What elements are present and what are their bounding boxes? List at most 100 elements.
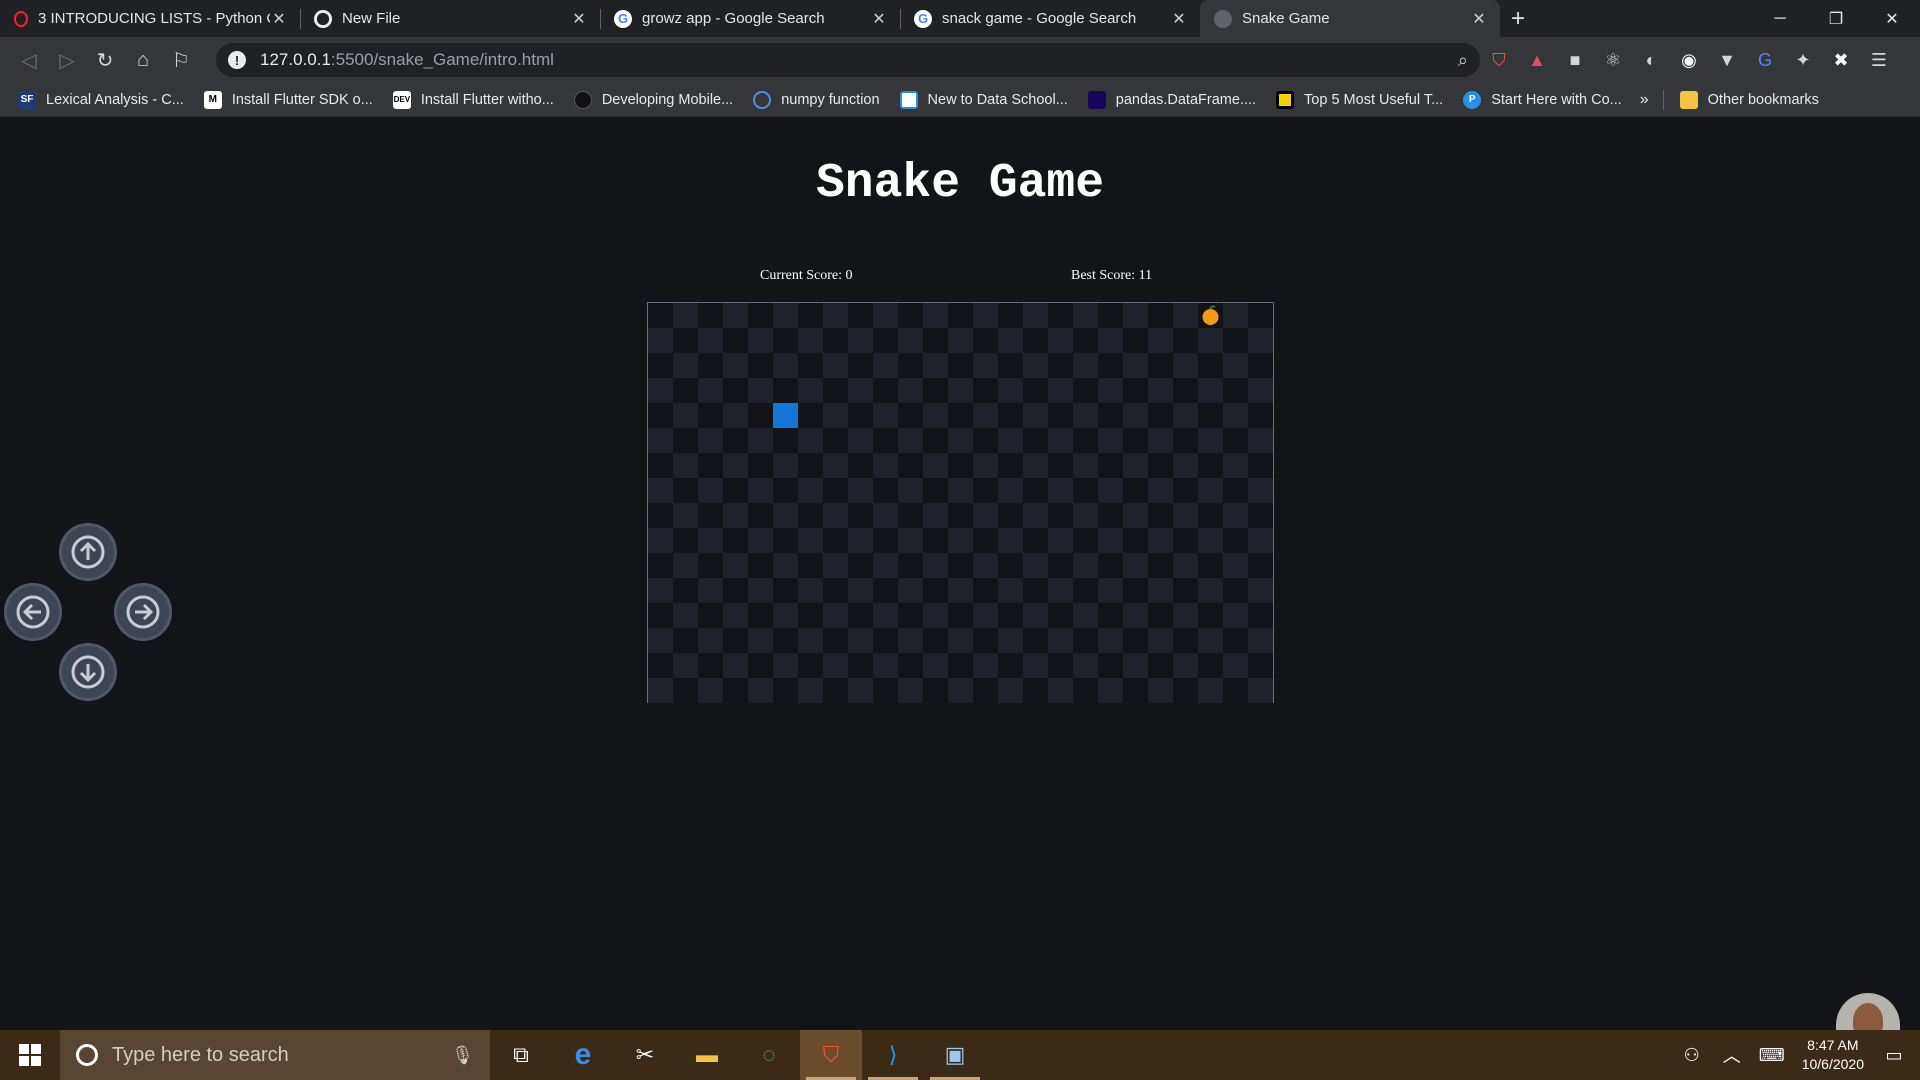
bookmark-lexical-analysis[interactable]: SF Lexical Analysis - C... xyxy=(18,90,184,109)
close-icon[interactable]: ✕ xyxy=(1470,9,1488,29)
bookmark-data-school[interactable]: New to Data School... xyxy=(899,90,1068,109)
microphone-icon[interactable]: 🎙 xyxy=(451,1045,474,1066)
keyboard-icon[interactable]: ⌨ xyxy=(1752,1045,1792,1066)
app-window-icon[interactable]: ▣ xyxy=(924,1030,986,1080)
green-refresh-app-icon[interactable]: ◌ xyxy=(738,1030,800,1080)
taskbar-search-box[interactable]: Type here to search 🎙 xyxy=(60,1030,490,1080)
grid-cell xyxy=(698,403,723,428)
react-devtools-icon[interactable]: ⚛ xyxy=(1594,42,1632,78)
brave-shield-icon[interactable]: ⛉ xyxy=(1480,42,1518,78)
grid-cell xyxy=(723,578,748,603)
bookmark-start-here[interactable]: P Start Here with Co... xyxy=(1463,90,1622,109)
bookmark-install-flutter-sdk[interactable]: M Install Flutter SDK o... xyxy=(203,90,373,109)
grid-cell xyxy=(698,478,723,503)
tab-introducing-lists[interactable]: 3 INTRODUCING LISTS - Python Cr ✕ xyxy=(0,0,300,37)
menu-icon[interactable]: ☰ xyxy=(1860,42,1898,78)
brave-browser-icon[interactable]: ⛉ xyxy=(800,1030,862,1080)
game-board[interactable] xyxy=(647,302,1274,703)
dark-mode-icon[interactable]: ◐ xyxy=(1632,42,1670,78)
people-icon[interactable]: ⚇ xyxy=(1672,1045,1712,1066)
close-icon[interactable]: ✕ xyxy=(270,9,288,29)
home-icon[interactable]: ⌂ xyxy=(124,42,162,78)
translate-icon[interactable]: G xyxy=(1746,42,1784,78)
grid-cell xyxy=(773,628,798,653)
grid-cell xyxy=(923,328,948,353)
grid-cell xyxy=(773,528,798,553)
grid-cell xyxy=(1023,603,1048,628)
bookmark-developing-mobile[interactable]: Developing Mobile... xyxy=(573,90,733,109)
notifications-icon[interactable]: ▭ xyxy=(1874,1045,1914,1066)
grid-cell xyxy=(698,528,723,553)
grid-cell xyxy=(973,303,998,328)
right-arrow-button[interactable] xyxy=(114,583,172,641)
bookmark-icon[interactable]: ⚐ xyxy=(162,42,200,78)
grid-cell xyxy=(1073,303,1098,328)
grid-cell xyxy=(873,478,898,503)
bookmark-numpy-function[interactable]: numpy function xyxy=(753,90,880,109)
windows-start-icon[interactable] xyxy=(0,1030,60,1080)
clock[interactable]: 8:47 AM 10/6/2020 xyxy=(1802,1036,1864,1074)
bookmarks-overflow-button[interactable]: » xyxy=(1640,91,1649,109)
extension-square-icon[interactable]: ■ xyxy=(1556,42,1594,78)
bookmark-top-5-useful[interactable]: Top 5 Most Useful T... xyxy=(1276,90,1443,109)
grid-cell xyxy=(748,378,773,403)
grid-cell xyxy=(798,578,823,603)
grid-cell xyxy=(1123,428,1148,453)
close-window-icon[interactable]: ✕ xyxy=(1864,0,1920,37)
restore-icon[interactable]: ❐ xyxy=(1808,0,1864,37)
grid-cell xyxy=(873,303,898,328)
bookmark-install-flutter-without[interactable]: DEV Install Flutter witho... xyxy=(392,90,554,109)
grid-cell xyxy=(723,453,748,478)
grid-cell xyxy=(1023,428,1048,453)
grid-cell xyxy=(1248,303,1273,328)
new-tab-button[interactable]: + xyxy=(1500,0,1536,37)
other-bookmarks-folder[interactable]: Other bookmarks xyxy=(1679,90,1819,109)
file-explorer-icon[interactable]: ▬ xyxy=(676,1030,738,1080)
vue-devtools-icon[interactable]: ▼ xyxy=(1708,42,1746,78)
close-icon[interactable]: ✕ xyxy=(870,9,888,29)
github-icon xyxy=(314,9,332,28)
grid-cell xyxy=(1148,578,1173,603)
tab-snack-search[interactable]: G snack game - Google Search ✕ xyxy=(900,0,1200,37)
zoom-icon[interactable]: ⌕ xyxy=(1458,50,1468,71)
tab-growz-search[interactable]: G growz app - Google Search ✕ xyxy=(600,0,900,37)
left-arrow-button[interactable] xyxy=(4,583,62,641)
snipping-tool-icon[interactable]: ✂ xyxy=(614,1030,676,1080)
chevron-up-icon[interactable]: ︿ xyxy=(1712,1042,1752,1068)
brave-rewards-icon[interactable]: ▲ xyxy=(1518,42,1556,78)
grid-cell xyxy=(998,403,1023,428)
grid-cell xyxy=(723,353,748,378)
grid-cell xyxy=(948,603,973,628)
edge-icon[interactable]: e xyxy=(552,1030,614,1080)
info-icon[interactable]: ! xyxy=(228,51,246,69)
up-arrow-button[interactable] xyxy=(59,523,117,581)
forward-icon[interactable]: ▷ xyxy=(48,42,86,78)
close-icon[interactable]: ✕ xyxy=(570,9,588,29)
tools-icon[interactable]: ✖ xyxy=(1822,42,1860,78)
grid-cell xyxy=(1023,478,1048,503)
reload-icon[interactable]: ↻ xyxy=(86,42,124,78)
vscode-icon[interactable]: ⟩ xyxy=(862,1030,924,1080)
spiral-icon xyxy=(753,90,772,109)
tab-new-file[interactable]: New File ✕ xyxy=(300,0,600,37)
address-bar[interactable]: ! 127.0.0.1:5500/snake_Game/intro.html ⌕ xyxy=(216,43,1480,77)
down-arrow-button[interactable] xyxy=(59,643,117,701)
task-view-icon[interactable]: ⧉ xyxy=(490,1030,552,1080)
grid-cell xyxy=(798,428,823,453)
grid-cell xyxy=(948,328,973,353)
profile-extension-icon[interactable]: ◉ xyxy=(1670,42,1708,78)
extensions-puzzle-icon[interactable]: ✦ xyxy=(1784,42,1822,78)
grid-cell xyxy=(1098,303,1123,328)
back-icon[interactable]: ◁ xyxy=(10,42,48,78)
grid-cell xyxy=(898,328,923,353)
grid-cell xyxy=(998,478,1023,503)
tab-snake-game[interactable]: Snake Game ✕ xyxy=(1200,0,1500,37)
bookmark-pandas-dataframe[interactable]: pandas.DataFrame.... xyxy=(1087,90,1256,109)
grid-cell xyxy=(973,453,998,478)
close-icon[interactable]: ✕ xyxy=(1170,9,1188,29)
grid-cell xyxy=(1098,678,1123,703)
grid-cell xyxy=(698,653,723,678)
minimize-icon[interactable]: ─ xyxy=(1752,0,1808,37)
arrow-down-icon xyxy=(71,655,105,689)
grid-cell xyxy=(1098,378,1123,403)
